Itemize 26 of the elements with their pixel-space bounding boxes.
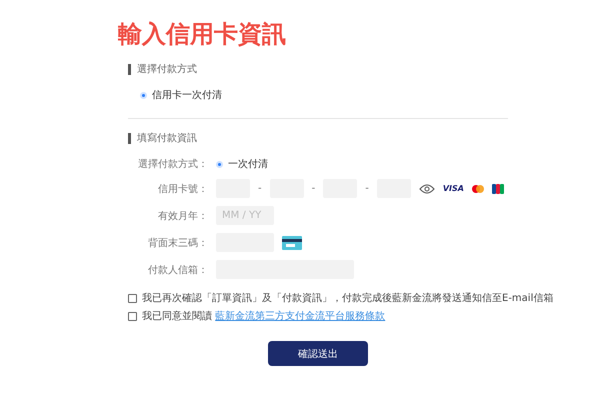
radio-button[interactable] xyxy=(216,160,223,168)
submit-button[interactable]: 確認送出 xyxy=(268,341,368,366)
checkbox[interactable] xyxy=(128,312,137,320)
field-label: 付款人信箱： xyxy=(147,264,208,276)
separator: - xyxy=(365,183,369,194)
field-label: 信用卡號： xyxy=(157,182,208,196)
agreement-text: 我已同意並閱讀 藍新金流第三方支付金流平台服務條款 xyxy=(142,310,386,323)
section-heading: 選擇付款方式 xyxy=(137,62,197,76)
separator: - xyxy=(258,183,262,194)
radio-label: 信用卡一次付清 xyxy=(152,88,222,102)
checkbox[interactable] xyxy=(128,294,137,302)
field-label: 選擇付款方式： xyxy=(137,158,208,171)
radio-label: 一次付清 xyxy=(228,158,268,171)
field-label: 背面末三碼： xyxy=(147,236,208,250)
field-label: 有效月年： xyxy=(157,210,208,222)
agreement-text: 我已再次確認「訂單資訊」及「付款資訊」，付款完成後藍新金流將發送通知信至E-mail信箱 xyxy=(142,292,554,305)
card-back-icon xyxy=(282,236,302,250)
card-brand-logo: VISA xyxy=(442,184,464,193)
card-logo-icon xyxy=(492,184,504,194)
radio-button[interactable] xyxy=(140,92,147,98)
card-logo-icon xyxy=(472,184,484,192)
separator: - xyxy=(312,183,316,194)
section-heading: 填寫付款資訊 xyxy=(137,132,197,145)
page-title: 輸入信用卡資訊 xyxy=(118,19,287,50)
terms-link[interactable]: 藍新金流第三方支付金流平台服務條款 xyxy=(215,311,386,322)
eye-icon[interactable] xyxy=(418,184,435,194)
